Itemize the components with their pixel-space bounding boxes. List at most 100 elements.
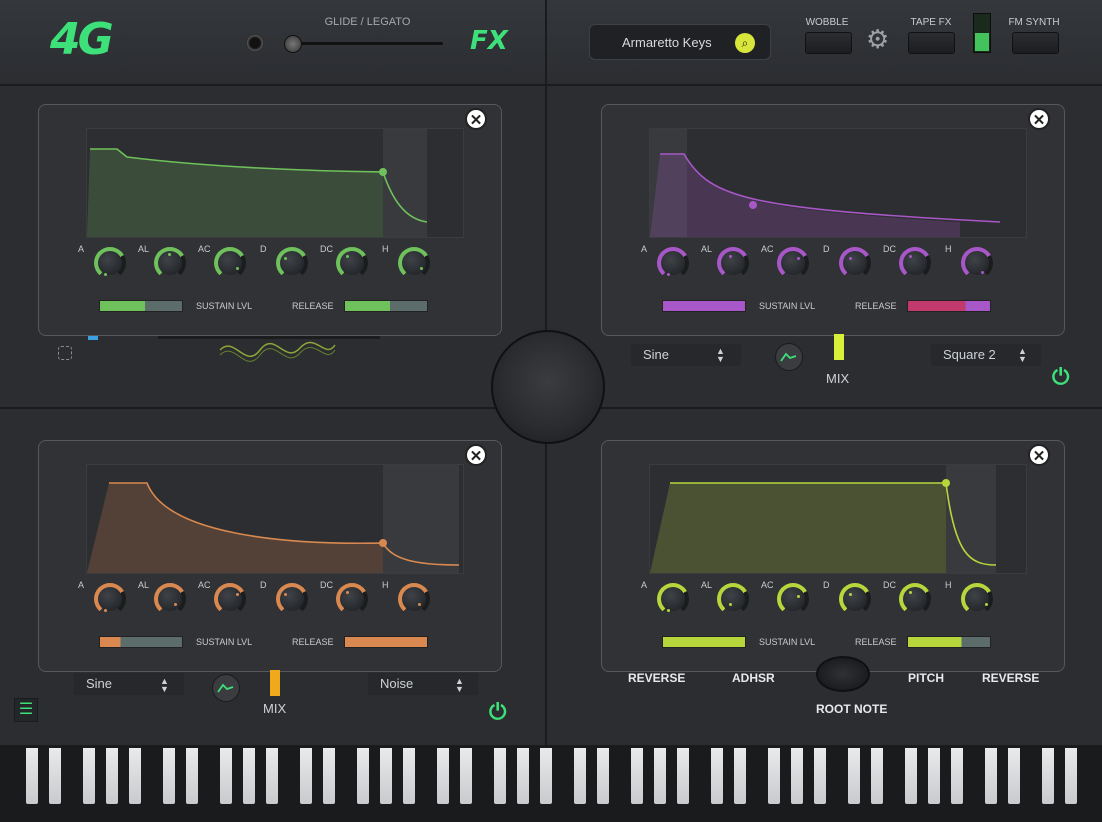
up-down-icon[interactable]: ▲ ▼ bbox=[455, 677, 464, 694]
sustain-level-bar[interactable] bbox=[662, 300, 746, 312]
piano-key[interactable] bbox=[574, 748, 586, 804]
fm-synth-button[interactable] bbox=[1012, 32, 1059, 54]
close-icon[interactable]: ✕ bbox=[1028, 108, 1050, 130]
piano-key[interactable] bbox=[951, 748, 963, 804]
piano-key[interactable] bbox=[768, 748, 780, 804]
glide-slider-handle[interactable] bbox=[284, 35, 302, 53]
piano-key[interactable] bbox=[163, 748, 175, 804]
piano-key[interactable] bbox=[1065, 748, 1077, 804]
piano-key[interactable] bbox=[266, 748, 278, 804]
root-note-knob[interactable] bbox=[816, 656, 870, 692]
envelope-graph[interactable] bbox=[86, 464, 464, 574]
piano-key[interactable] bbox=[357, 748, 369, 804]
sustain-level-bar[interactable] bbox=[662, 636, 746, 648]
up-down-icon[interactable]: ▲ ▼ bbox=[160, 677, 169, 694]
knob-a[interactable] bbox=[94, 247, 126, 279]
envelope-graph[interactable] bbox=[649, 464, 1027, 574]
piano-key[interactable] bbox=[220, 748, 232, 804]
piano-key[interactable] bbox=[26, 748, 38, 804]
piano-key[interactable] bbox=[83, 748, 95, 804]
sustain-level-bar[interactable] bbox=[99, 636, 183, 648]
knob-dc[interactable] bbox=[899, 583, 931, 615]
knob-ac[interactable] bbox=[777, 583, 809, 615]
knob-d[interactable] bbox=[839, 247, 871, 279]
close-icon[interactable]: ✕ bbox=[465, 444, 487, 466]
piano-key[interactable] bbox=[186, 748, 198, 804]
piano-key[interactable] bbox=[814, 748, 826, 804]
piano-key[interactable] bbox=[517, 748, 529, 804]
piano-key[interactable] bbox=[597, 748, 609, 804]
knob-al[interactable] bbox=[154, 583, 186, 615]
piano-key[interactable] bbox=[460, 748, 472, 804]
piano-key[interactable] bbox=[106, 748, 118, 804]
piano-key[interactable] bbox=[323, 748, 335, 804]
piano-key[interactable] bbox=[905, 748, 917, 804]
release-bar[interactable] bbox=[907, 300, 991, 312]
tape-fx-button[interactable] bbox=[908, 32, 955, 54]
knob-d[interactable] bbox=[276, 247, 308, 279]
knob-dc[interactable] bbox=[336, 247, 368, 279]
macro-dial[interactable] bbox=[491, 330, 605, 444]
lfo-shape-icon[interactable] bbox=[775, 343, 803, 371]
menu-icon[interactable]: ☰ bbox=[14, 698, 38, 722]
adhsr-label[interactable]: ADHSR bbox=[732, 671, 775, 685]
glide-slider-track[interactable] bbox=[292, 42, 443, 45]
piano-key[interactable] bbox=[380, 748, 392, 804]
knob-h[interactable] bbox=[961, 583, 993, 615]
envelope-graph[interactable] bbox=[649, 128, 1027, 238]
envelope-handle[interactable] bbox=[379, 168, 387, 176]
close-icon[interactable]: ✕ bbox=[1028, 444, 1050, 466]
knob-h[interactable] bbox=[398, 247, 430, 279]
piano-key[interactable] bbox=[1008, 748, 1020, 804]
piano-key[interactable] bbox=[300, 748, 312, 804]
piano-key[interactable] bbox=[540, 748, 552, 804]
piano-key[interactable] bbox=[631, 748, 643, 804]
piano-key[interactable] bbox=[928, 748, 940, 804]
piano-key[interactable] bbox=[494, 748, 506, 804]
envelope-graph[interactable] bbox=[86, 128, 464, 238]
piano-key[interactable] bbox=[711, 748, 723, 804]
up-down-icon[interactable]: ▲ ▼ bbox=[716, 347, 725, 364]
knob-ac[interactable] bbox=[214, 583, 246, 615]
knob-a[interactable] bbox=[94, 583, 126, 615]
piano-key[interactable] bbox=[129, 748, 141, 804]
wobble-button[interactable] bbox=[805, 32, 852, 54]
release-bar[interactable] bbox=[344, 300, 428, 312]
piano-key[interactable] bbox=[49, 748, 61, 804]
release-bar[interactable] bbox=[907, 636, 991, 648]
sustain-level-bar[interactable] bbox=[99, 300, 183, 312]
knob-ac[interactable] bbox=[214, 247, 246, 279]
piano-key[interactable] bbox=[437, 748, 449, 804]
close-icon[interactable]: ✕ bbox=[465, 108, 487, 130]
osc-bottom-mix-indicator[interactable] bbox=[270, 670, 280, 696]
knob-dc[interactable] bbox=[899, 247, 931, 279]
scrollbar-track[interactable] bbox=[158, 336, 380, 339]
pitch-label[interactable]: PITCH bbox=[908, 671, 944, 685]
knob-h[interactable] bbox=[961, 247, 993, 279]
gear-icon[interactable]: ⚙ bbox=[866, 24, 889, 55]
up-down-icon[interactable]: ▲ ▼ bbox=[1018, 347, 1027, 364]
piano-key[interactable] bbox=[243, 748, 255, 804]
osc-top-power-icon[interactable]: ⏻ bbox=[1052, 364, 1069, 390]
knob-al[interactable] bbox=[717, 247, 749, 279]
piano-key[interactable] bbox=[1042, 748, 1054, 804]
search-icon[interactable]: ⌕ bbox=[735, 33, 755, 53]
reverse-right-label[interactable]: REVERSE bbox=[982, 671, 1039, 685]
piano-key[interactable] bbox=[403, 748, 415, 804]
reverse-left-label[interactable]: REVERSE bbox=[628, 671, 685, 685]
envelope-handle[interactable] bbox=[749, 201, 757, 209]
piano-key[interactable] bbox=[677, 748, 689, 804]
piano-key[interactable] bbox=[654, 748, 666, 804]
focus-icon[interactable] bbox=[58, 346, 72, 360]
knob-d[interactable] bbox=[276, 583, 308, 615]
knob-dc[interactable] bbox=[336, 583, 368, 615]
knob-al[interactable] bbox=[154, 247, 186, 279]
piano-key[interactable] bbox=[734, 748, 746, 804]
piano-key[interactable] bbox=[848, 748, 860, 804]
knob-h[interactable] bbox=[398, 583, 430, 615]
envelope-handle[interactable] bbox=[942, 479, 950, 487]
lfo-shape-icon[interactable] bbox=[212, 674, 240, 702]
piano-key[interactable] bbox=[871, 748, 883, 804]
envelope-curve[interactable] bbox=[87, 465, 463, 573]
knob-a[interactable] bbox=[657, 247, 689, 279]
